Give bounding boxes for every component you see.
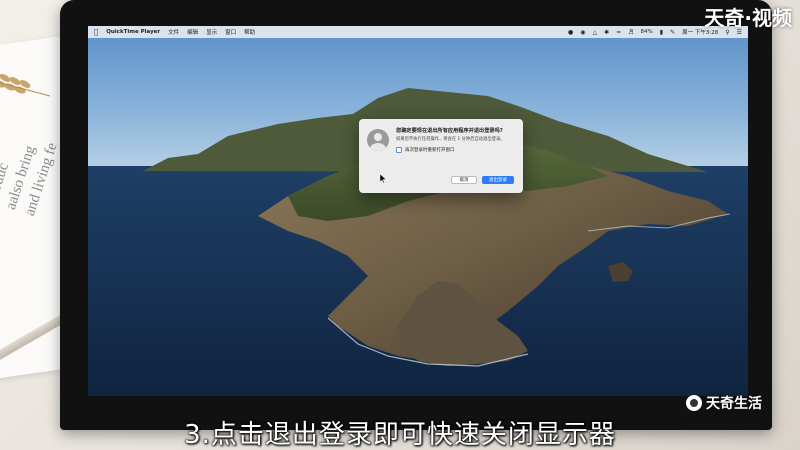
wifi-icon[interactable]: ≈	[616, 29, 621, 36]
watermark-bottom-text: 天奇生活	[706, 396, 762, 412]
volume-icon[interactable]: ♬	[628, 29, 633, 36]
dialog-title: 您确定要现在退出所有应用程序并退出登录吗?	[396, 128, 503, 134]
reopen-windows-checkbox[interactable]	[396, 147, 402, 153]
logout-button[interactable]: 退出登录	[482, 176, 514, 184]
menu-window[interactable]: 窗口	[225, 28, 236, 36]
apple-icon[interactable]: 	[94, 28, 98, 36]
menu-view[interactable]: 显示	[206, 28, 217, 36]
bluetooth-icon[interactable]: ✱	[604, 29, 609, 36]
reopen-windows-label: 再次登录时重新打开窗口	[405, 148, 455, 153]
screen:  QuickTime Player 文件 编辑 显示 窗口 帮助 ● ◉ △ …	[88, 26, 748, 396]
dialog-message: 如果您不执行任何操作，将会在 1 分钟后自动退出登录。	[396, 137, 505, 142]
menu-help[interactable]: 帮助	[244, 28, 255, 36]
reopen-windows-option[interactable]: 再次登录时重新打开窗口	[396, 147, 455, 153]
watermark-top: 天奇·视频	[704, 6, 792, 30]
user-avatar-icon	[367, 129, 389, 151]
brand-logo-icon	[686, 395, 702, 411]
record-icon[interactable]: ●	[568, 29, 573, 36]
cancel-button[interactable]: 取消	[451, 176, 477, 184]
menu-edit[interactable]: 编辑	[187, 28, 198, 36]
input-source-icon[interactable]: ✎	[670, 29, 675, 36]
battery-icon[interactable]: ▮	[660, 29, 663, 36]
wheat-decoration	[0, 74, 51, 97]
menu-file[interactable]: 文件	[168, 28, 179, 36]
subtitle-caption: 3.点击退出登录即可快速关闭显示器	[184, 420, 616, 450]
battery-percent[interactable]: 84%	[641, 29, 653, 35]
desktop-wallpaper	[88, 26, 748, 396]
app-menu[interactable]: QuickTime Player	[106, 29, 160, 35]
menu-bar:  QuickTime Player 文件 编辑 显示 窗口 帮助 ● ◉ △ …	[88, 26, 748, 38]
mouse-cursor-icon	[380, 174, 386, 183]
watermark-bottom: 天奇生活	[686, 393, 762, 413]
fast-user-icon[interactable]: ◉	[580, 29, 585, 36]
airplay-icon[interactable]: △	[592, 29, 597, 36]
